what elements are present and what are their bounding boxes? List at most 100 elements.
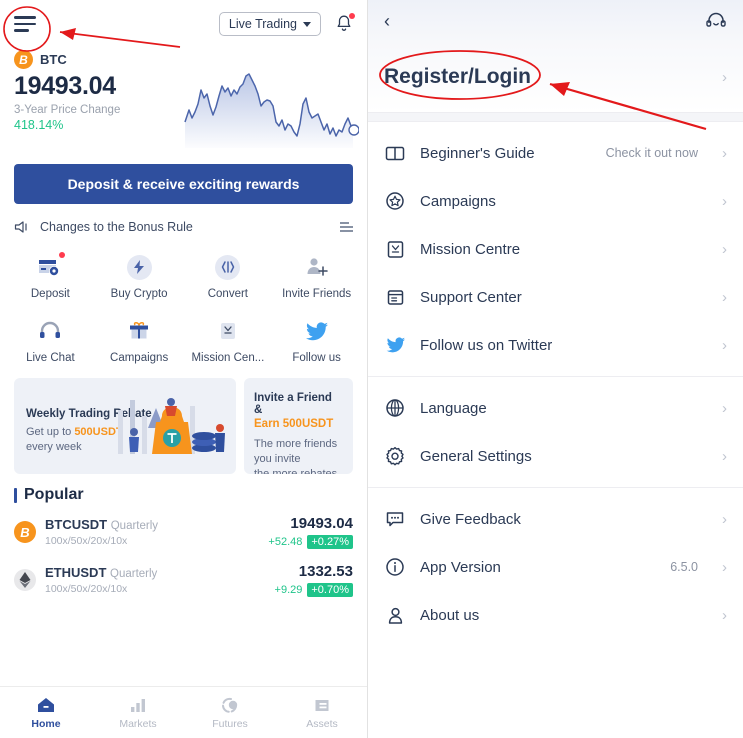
ticker-panel[interactable]: B BTC 19493.04 3-Year Price Change 418.1… xyxy=(0,48,367,158)
drawer-top-bar: ‹ xyxy=(368,0,743,42)
gift-icon xyxy=(124,316,154,346)
coin-info: BTCUSDT Quarterly 100x/50x/20x/10x xyxy=(45,517,259,547)
menu-item-general-settings[interactable]: General Settings › xyxy=(368,432,743,480)
nav-label: Markets xyxy=(119,717,157,730)
register-login-row[interactable]: Register/Login › xyxy=(368,42,743,112)
feedback-bubble-icon xyxy=(384,508,406,530)
shortcut-follow-us[interactable]: Follow us xyxy=(272,310,361,368)
coin-info: ETHUSDT Quarterly 100x/50x/20x/10x xyxy=(45,565,266,595)
chevron-right-icon: › xyxy=(722,606,727,624)
twitter-icon xyxy=(384,334,406,356)
promo-title-line2: Earn 500USDT xyxy=(254,418,334,430)
badge-star-icon xyxy=(384,190,406,212)
shortcuts-row-1: Deposit Buy Crypto Convert Invite Friend… xyxy=(0,240,367,304)
menu-item-about-us[interactable]: About us › xyxy=(368,591,743,639)
coin-pair: BTCUSDT Quarterly xyxy=(45,517,259,532)
menu-item-follow-twitter[interactable]: Follow us on Twitter › xyxy=(368,321,743,369)
side-menu-drawer: ‹ Register/Login › Beginner's Guide Chec… xyxy=(368,0,743,738)
info-circle-icon xyxy=(384,556,406,578)
top-bar-right: Live Trading xyxy=(218,12,355,36)
coin-price: 19493.04 xyxy=(290,515,353,532)
shortcut-label: Mission Cen... xyxy=(191,352,265,364)
back-chevron-icon[interactable]: ‹ xyxy=(384,12,390,30)
promo-cards: Weekly Trading Rebate Get up to 500USDT … xyxy=(0,368,367,474)
shortcut-invite-friends[interactable]: Invite Friends xyxy=(272,246,361,304)
list-icon[interactable] xyxy=(340,222,353,232)
menu-item-beginners-guide[interactable]: Beginner's Guide Check it out now › xyxy=(368,129,743,177)
menu-label: Campaigns xyxy=(420,192,496,210)
menu-item-mission-centre[interactable]: Mission Centre › xyxy=(368,225,743,273)
shortcut-label: Convert xyxy=(207,288,249,300)
chevron-right-icon: › xyxy=(722,192,727,210)
headset-icon xyxy=(35,316,65,346)
menu-label: Follow us on Twitter xyxy=(420,336,553,354)
popular-title: Popular xyxy=(24,486,84,503)
change-absolute: +9.29 xyxy=(274,584,303,596)
menu-label: Beginner's Guide xyxy=(420,144,535,162)
shortcut-live-chat[interactable]: Live Chat xyxy=(6,310,95,368)
mission-checklist-icon xyxy=(213,316,243,346)
convert-arrows-icon xyxy=(213,252,243,282)
bonus-announcement-row[interactable]: Changes to the Bonus Rule xyxy=(14,214,353,240)
shortcut-label: Deposit xyxy=(30,288,70,300)
shortcut-deposit[interactable]: Deposit xyxy=(6,246,95,304)
headset-support-icon[interactable] xyxy=(705,11,727,31)
live-trading-label: Live Trading xyxy=(228,17,297,31)
notification-bell-button[interactable] xyxy=(335,13,355,34)
contract-type: Quarterly xyxy=(110,568,158,580)
chevron-right-icon: › xyxy=(722,447,727,465)
menu-item-app-version[interactable]: App Version 6.5.0 › xyxy=(368,543,743,591)
shortcut-convert[interactable]: Convert xyxy=(184,246,273,304)
book-icon xyxy=(384,142,406,164)
shortcuts-row-2: Live Chat Campaigns Mission Cen... Follo… xyxy=(0,304,367,368)
home-screen-pane: Live Trading B BTC 19493.04 3-Year Price… xyxy=(0,0,368,738)
price-sparkline-chart xyxy=(184,73,359,148)
menu-item-campaigns[interactable]: Campaigns › xyxy=(368,177,743,225)
chevron-right-icon: › xyxy=(722,68,727,86)
promo-title-line1: Invite a Friend & xyxy=(254,392,332,416)
menu-section-about: Give Feedback › App Version 6.5.0 › Abou… xyxy=(368,488,743,646)
notification-badge-dot xyxy=(349,13,355,19)
deposit-banner-label: Deposit & receive exciting rewards xyxy=(67,176,300,192)
shortcut-mission-centre[interactable]: Mission Cen... xyxy=(184,310,273,368)
table-row[interactable]: ETHUSDT Quarterly 100x/50x/20x/10x 1332.… xyxy=(0,556,367,604)
shortcut-label: Campaigns xyxy=(110,352,169,364)
gear-icon xyxy=(384,445,406,467)
shortcut-buy-crypto[interactable]: Buy Crypto xyxy=(95,246,184,304)
nav-item-futures[interactable]: Futures xyxy=(184,687,276,738)
menu-label: Mission Centre xyxy=(420,240,521,258)
promo-weekly-rebate[interactable]: Weekly Trading Rebate Get up to 500USDT … xyxy=(14,378,236,474)
coin-change: +52.48 +0.27% xyxy=(268,535,353,549)
live-trading-selector[interactable]: Live Trading xyxy=(218,12,321,36)
change-percent-badge: +0.70% xyxy=(307,583,353,597)
menu-label: General Settings xyxy=(420,447,532,465)
app-screenshot: Live Trading B BTC 19493.04 3-Year Price… xyxy=(0,0,743,738)
table-row[interactable]: B BTCUSDT Quarterly 100x/50x/20x/10x 194… xyxy=(0,508,367,556)
nav-item-home[interactable]: Home xyxy=(0,687,92,738)
change-percent-badge: +0.27% xyxy=(307,535,353,549)
shortcut-campaigns[interactable]: Campaigns xyxy=(95,310,184,368)
popular-section-header: Popular xyxy=(0,474,367,508)
top-bar: Live Trading xyxy=(0,0,367,48)
coin-change: +9.29 +0.70% xyxy=(275,583,353,597)
sparkline-end-marker xyxy=(348,124,359,136)
chevron-right-icon: › xyxy=(722,336,727,354)
section-accent-bar xyxy=(14,487,17,503)
menu-label: Support Center xyxy=(420,288,522,306)
nav-item-assets[interactable]: Assets xyxy=(276,687,367,738)
menu-value: 6.5.0 xyxy=(670,560,698,574)
promo-sub-line1: The more friends you invite xyxy=(254,438,338,465)
lightning-icon xyxy=(124,252,154,282)
deposit-rewards-banner[interactable]: Deposit & receive exciting rewards xyxy=(14,164,353,204)
hamburger-icon[interactable] xyxy=(14,14,40,34)
shortcut-label: Buy Crypto xyxy=(110,288,168,300)
ticker-symbol: BTC xyxy=(40,52,67,67)
menu-item-language[interactable]: Language › xyxy=(368,384,743,432)
nav-label: Home xyxy=(31,717,61,730)
promo-invite-friend[interactable]: Invite a Friend & Earn 500USDT The more … xyxy=(244,378,353,474)
nav-item-markets[interactable]: Markets xyxy=(92,687,184,738)
menu-item-support-center[interactable]: Support Center › xyxy=(368,273,743,321)
person-plus-icon xyxy=(302,252,332,282)
menu-item-give-feedback[interactable]: Give Feedback › xyxy=(368,495,743,543)
pair-symbol: ETHUSDT xyxy=(45,565,107,580)
